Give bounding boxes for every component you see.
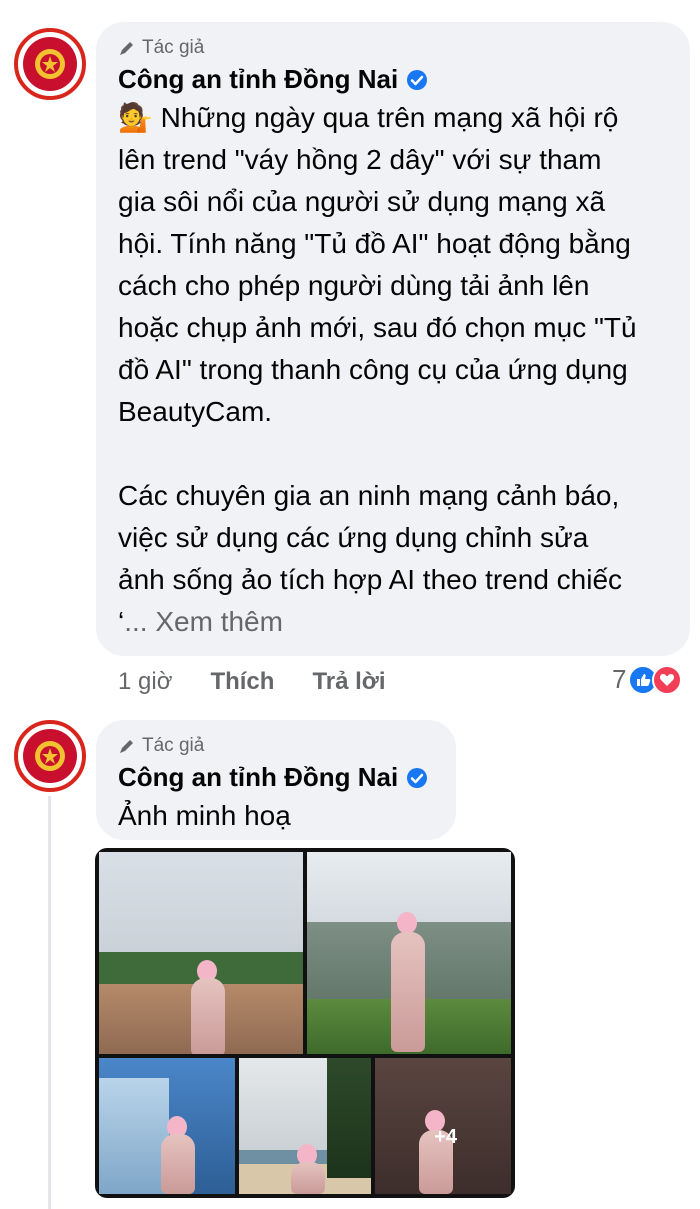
pencil-icon [120, 740, 133, 753]
photo-3[interactable] [99, 1058, 235, 1194]
author-badge: Tác giả [118, 36, 666, 60]
author-badge-label: Tác giả [142, 735, 205, 756]
comment-paragraph-1: Những ngày qua trên mạng xã hội rộ lên t… [118, 102, 637, 427]
author-name[interactable]: Công an tỉnh Đồng Nai [118, 762, 398, 793]
pencil-icon [120, 42, 133, 55]
more-photos-count: +4 [434, 1126, 457, 1148]
photo-5[interactable]: +4 [375, 1058, 511, 1194]
reply-button[interactable]: Trả lời [312, 668, 385, 696]
thread-line [48, 796, 51, 1209]
like-button[interactable]: Thích [210, 668, 274, 696]
photo-gallery[interactable]: +4 [95, 848, 515, 1198]
comment-text: 💁 Những ngày qua trên mạng xã hội rộ lên… [118, 97, 666, 433]
photo-1[interactable] [99, 852, 303, 1054]
police-emblem-icon [23, 729, 77, 783]
police-emblem-icon [23, 37, 77, 91]
author-badge-label: Tác giả [142, 37, 205, 58]
photo-4[interactable] [239, 1058, 371, 1194]
avatar[interactable] [14, 28, 86, 100]
comment-bubble: Tác giả Công an tỉnh Đồng Nai 💁 Những ng… [96, 22, 690, 656]
comment-actions: 1 giờ Thích Trả lời [118, 668, 386, 696]
author-name[interactable]: Công an tỉnh Đồng Nai [118, 64, 398, 95]
verified-badge-icon [407, 69, 428, 90]
comment-time[interactable]: 1 giờ [118, 668, 172, 696]
reaction-count: 7 [612, 664, 627, 694]
verified-badge-icon [407, 767, 428, 788]
information-desk-person-emoji: 💁 [118, 102, 153, 133]
heart-icon [652, 664, 683, 695]
author-badge: Tác giả [118, 734, 432, 758]
avatar[interactable] [14, 720, 86, 792]
comment-text: Ảnh minh hoạ [118, 800, 291, 831]
comment-bubble: Tác giả Công an tỉnh Đồng Nai Ảnh minh h… [96, 720, 456, 840]
photo-2[interactable] [307, 852, 511, 1054]
comment-text-2: Các chuyên gia an ninh mạng cảnh báo, vi… [118, 475, 666, 643]
reaction-summary[interactable]: 7 [612, 664, 683, 695]
see-more-link[interactable]: ... Xem thêm [124, 606, 283, 637]
